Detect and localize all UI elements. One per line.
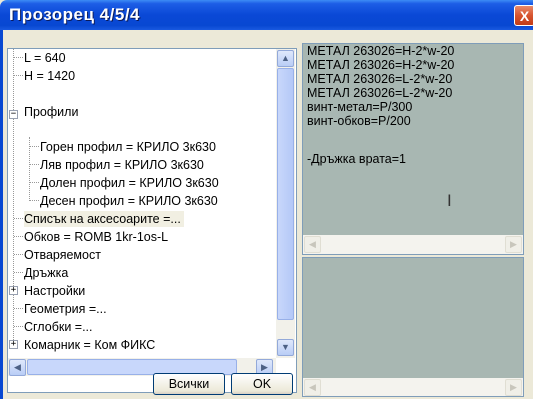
memo-horizontal-scrollbar[interactable]: ◀ ▶ [303, 235, 523, 254]
title-bar[interactable]: Прозорец 4/5/4 X [0, 0, 533, 30]
tree-item[interactable]: Комарник = Ком ФИКС [24, 337, 155, 353]
collapse-icon[interactable]: − [9, 110, 18, 119]
memo-line: винт-обков=P/200 [307, 114, 411, 128]
tree-item[interactable]: Долен профил = КРИЛО 3к630 [40, 175, 219, 191]
arrow-left-icon[interactable]: ◀ [304, 236, 321, 253]
all-button[interactable]: Всички [153, 373, 225, 395]
text-cursor-icon: I [447, 191, 452, 210]
tree-item[interactable]: L = 640 [24, 50, 66, 66]
memo-line: МЕТАЛ 263026=H-2*w-20 [307, 58, 455, 72]
arrow-right-icon[interactable]: ▶ [505, 379, 522, 396]
memo-line: -Дръжка врата=1 [307, 152, 406, 166]
tree-item[interactable]: Настройки [24, 283, 85, 299]
scroll-thumb[interactable] [277, 68, 294, 320]
accessories-memo[interactable]: МЕТАЛ 263026=H-2*w-20 МЕТАЛ 263026=H-2*w… [302, 43, 524, 255]
memo-horizontal-scrollbar[interactable]: ◀ ▶ [303, 378, 523, 396]
arrow-down-icon[interactable]: ▼ [277, 339, 294, 356]
window-body: − + + L = 640 H = 1420 Профили Горен про… [0, 30, 533, 399]
tree-item[interactable]: Геометрия =... [24, 301, 107, 317]
notes-memo[interactable]: ◀ ▶ [302, 257, 524, 397]
window-title: Прозорец 4/5/4 [9, 5, 140, 24]
properties-tree[interactable]: − + + L = 640 H = 1420 Профили Горен про… [7, 48, 297, 393]
tree-item[interactable]: Обков = ROMB 1kr-1os-L [24, 229, 168, 245]
arrow-up-icon[interactable]: ▲ [277, 50, 294, 67]
tree-item[interactable]: H = 1420 [24, 68, 75, 84]
expand-icon[interactable]: + [9, 340, 18, 349]
arrow-left-icon[interactable]: ◀ [304, 379, 321, 396]
memo-line: МЕТАЛ 263026=L-2*w-20 [307, 72, 453, 86]
memo-line: МЕТАЛ 263026=L-2*w-20 [307, 86, 453, 100]
ok-button[interactable]: OK [231, 373, 293, 395]
tree-vertical-scrollbar[interactable]: ▲ ▼ [276, 49, 295, 358]
arrow-left-icon[interactable]: ◀ [9, 359, 26, 376]
tree-item[interactable]: Отваряемост [24, 247, 101, 263]
close-icon[interactable]: X [514, 5, 533, 26]
tree-item[interactable]: Дръжка [24, 265, 68, 281]
tree-item[interactable]: Горен профил = КРИЛО 3к630 [40, 139, 216, 155]
arrow-right-icon[interactable]: ▶ [505, 236, 522, 253]
memo-line: винт-метал=P/300 [307, 100, 413, 114]
memo-line: МЕТАЛ 263026=H-2*w-20 [307, 44, 455, 58]
tree-item-selected[interactable]: Списък на аксесоарите =... [24, 211, 184, 227]
tree-item[interactable]: Профили [24, 104, 78, 120]
tree-item[interactable]: Сглобки =... [24, 319, 93, 335]
tree-item[interactable]: Ляв профил = КРИЛО 3к630 [40, 157, 204, 173]
expand-icon[interactable]: + [9, 286, 18, 295]
tree-item[interactable]: Десен профил = КРИЛО 3к630 [40, 193, 218, 209]
